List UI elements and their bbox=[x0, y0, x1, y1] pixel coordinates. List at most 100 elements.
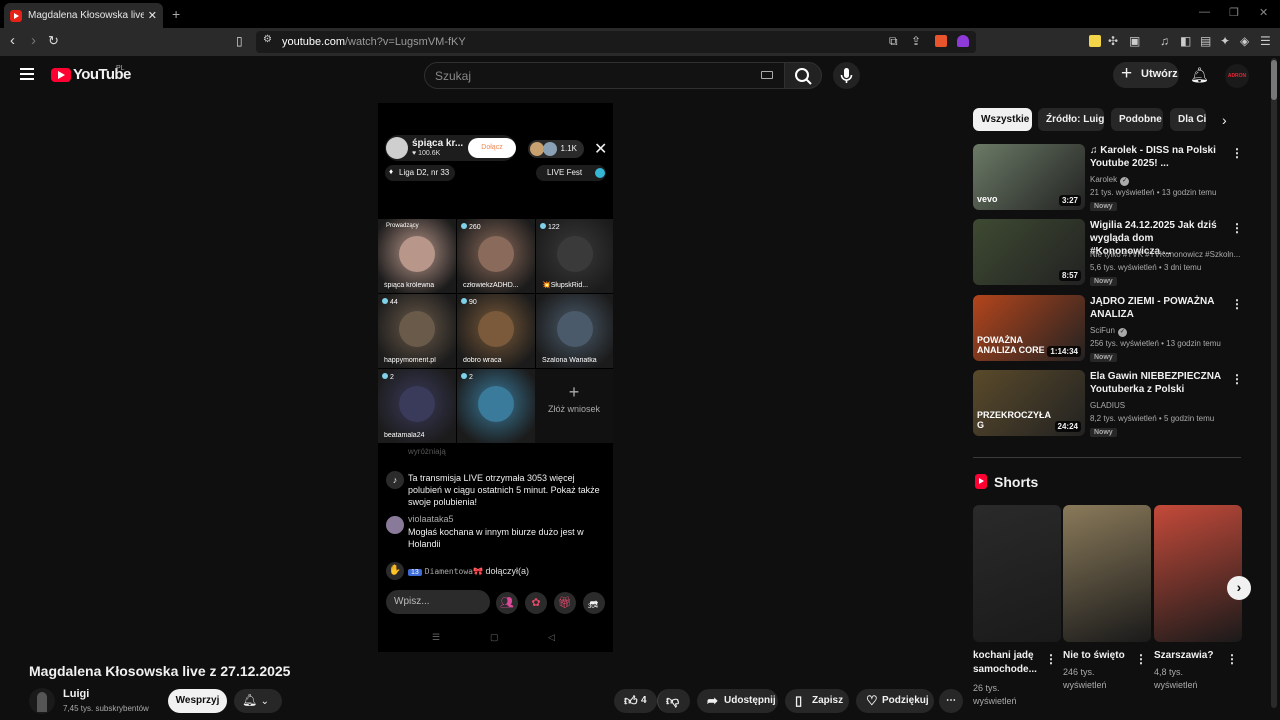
site-info-icon[interactable]: ⚙ bbox=[263, 34, 272, 45]
recommendation-item[interactable]: 8:57 Wigilia 24.12.2025 Jak dziś wygląda … bbox=[973, 219, 1243, 286]
gift-icon[interactable]: 🎁︎ bbox=[554, 592, 576, 614]
account-avatar[interactable]: ADRON bbox=[1225, 64, 1249, 88]
support-button[interactable]: Wesprzyj bbox=[168, 689, 227, 713]
guest-cell[interactable]: 122 💥SłupskRid... bbox=[536, 219, 613, 293]
brave-shields-icon[interactable] bbox=[935, 35, 947, 47]
brave-rewards-icon[interactable] bbox=[957, 35, 969, 47]
guest-cell[interactable]: 90 dobro wraca bbox=[457, 294, 535, 368]
chip-source[interactable]: Źródło: Luigi bbox=[1038, 108, 1104, 131]
hamburger-menu-icon[interactable] bbox=[20, 68, 34, 80]
more-vertical-icon[interactable]: ⋮ bbox=[1045, 652, 1057, 666]
scrollbar[interactable] bbox=[1271, 58, 1277, 708]
maximize-icon[interactable]: ❐ bbox=[1229, 6, 1239, 19]
rose-gift-icon[interactable]: ✿ bbox=[525, 592, 547, 614]
dislike-button[interactable]: 👎︎ bbox=[657, 689, 690, 713]
join-button[interactable]: Dołącz bbox=[468, 138, 516, 158]
video-thumbnail[interactable]: 8:57 bbox=[973, 219, 1085, 285]
browser-tab[interactable]: Magdalena Kłosowska live z 27.1 ✕ bbox=[4, 3, 163, 28]
extension-icon[interactable] bbox=[1089, 35, 1101, 47]
chevron-right-icon[interactable]: › bbox=[1222, 112, 1227, 128]
more-vertical-icon[interactable]: ⋮ bbox=[1135, 652, 1147, 666]
forward-icon[interactable]: › bbox=[31, 33, 36, 49]
main-menu-icon[interactable]: ☰ bbox=[1260, 34, 1271, 48]
guest-cell[interactable]: 260 człowiekzADHD... bbox=[457, 219, 535, 293]
chip-all[interactable]: Wszystkie bbox=[973, 108, 1032, 131]
comment-input[interactable]: Wpisz... bbox=[386, 590, 490, 614]
scrollbar-thumb[interactable] bbox=[1271, 60, 1277, 100]
more-vertical-icon[interactable]: ⋮ bbox=[1231, 372, 1243, 386]
puzzle-icon[interactable]: ✣ bbox=[1108, 34, 1118, 48]
video-thumbnail[interactable]: POWAŻNA ANALIZA CORE 1:14:34 bbox=[973, 295, 1085, 361]
channel-name[interactable]: SciFun ✓ bbox=[1090, 326, 1240, 337]
search-input[interactable]: Szukaj bbox=[424, 62, 785, 89]
video-title[interactable]: Ela Gawin NIEBEZPIECZNA Youtuberka z Pol… bbox=[1090, 370, 1226, 396]
channel-name[interactable]: GLADIUS bbox=[1090, 401, 1240, 410]
leo-ai-icon[interactable]: ✦ bbox=[1220, 34, 1230, 48]
youtube-logo-icon[interactable] bbox=[51, 68, 71, 82]
share-button[interactable]: ➦ Udostępnij bbox=[697, 689, 778, 713]
recommendation-item[interactable]: POWAŻNA ANALIZA CORE 1:14:34 JĄDRO ZIEMI -… bbox=[973, 295, 1243, 362]
screenshot-icon[interactable]: ▣ bbox=[1129, 34, 1140, 48]
voice-search-button[interactable] bbox=[833, 62, 860, 89]
bookmark-icon[interactable]: ▯ bbox=[236, 33, 243, 49]
video-title[interactable]: JĄDRO ZIEMI - POWAŻNA ANALIZA bbox=[1090, 295, 1226, 321]
channel-name[interactable]: Karolek ✓ bbox=[1090, 175, 1240, 186]
short-title[interactable]: Szarszawia? bbox=[1154, 649, 1226, 663]
apply-slot[interactable]: + Złóż wniosek bbox=[535, 369, 613, 443]
vpn-icon[interactable]: ◈ bbox=[1240, 34, 1249, 48]
channel-name[interactable]: Luigi bbox=[63, 688, 89, 700]
guest-cell[interactable]: Szalona Wariatka bbox=[536, 294, 613, 368]
host-avatar[interactable] bbox=[386, 137, 408, 159]
chat-user-avatar[interactable] bbox=[386, 516, 404, 534]
short-thumbnail[interactable] bbox=[1063, 505, 1151, 642]
guest-cell[interactable]: Prowadzący śpiąca królewna bbox=[378, 219, 456, 293]
more-vertical-icon[interactable]: ⋮ bbox=[1231, 297, 1243, 311]
more-actions-button[interactable]: ⋯ bbox=[939, 689, 963, 713]
tab-close-icon[interactable]: ✕ bbox=[148, 9, 157, 22]
notifications-bell-icon[interactable]: 🔔︎ bbox=[1190, 66, 1209, 84]
share-page-icon[interactable]: ⇪ bbox=[911, 34, 921, 48]
subscription-bell-button[interactable]: 🔔︎ ⌄ bbox=[234, 689, 282, 713]
close-icon[interactable]: ✕ bbox=[594, 139, 607, 159]
minimize-icon[interactable]: — bbox=[1199, 6, 1210, 18]
more-vertical-icon[interactable]: ⋮ bbox=[1231, 146, 1243, 160]
short-title[interactable]: Nie to święto bbox=[1063, 649, 1135, 663]
guest-cell[interactable]: 2 beatamala24 bbox=[378, 369, 456, 443]
more-vertical-icon[interactable]: ⋮ bbox=[1226, 652, 1238, 666]
open-app-icon[interactable]: ⧉ bbox=[889, 34, 898, 49]
search-button[interactable] bbox=[784, 62, 822, 89]
window-close-icon[interactable]: ✕ bbox=[1259, 6, 1268, 19]
like-button[interactable]: 👍︎ 4 bbox=[614, 689, 657, 713]
thanks-button[interactable]: ♡ Podziękuj bbox=[856, 689, 934, 713]
music-icon[interactable]: ♫ bbox=[1160, 34, 1169, 48]
video-thumbnail[interactable]: vevo 3:27 bbox=[973, 144, 1085, 210]
guests-icon[interactable]: 👥︎ bbox=[496, 592, 518, 614]
recommendation-item[interactable]: vevo 3:27 ♫ Karolek - DISS na Polski Youtu… bbox=[973, 144, 1243, 211]
address-bar[interactable]: youtube.com/watch?v=LugsmVM-fKY bbox=[256, 31, 976, 53]
shorts-next-button[interactable]: › bbox=[1227, 576, 1251, 600]
video-thumbnail[interactable]: PRZEKROCZYŁA G 24:24 bbox=[973, 370, 1085, 436]
keyboard-icon[interactable] bbox=[761, 71, 773, 79]
recommendation-item[interactable]: PRZEKROCZYŁA G 24:24 Ela Gawin NIEBEZPIECZ… bbox=[973, 370, 1243, 437]
channel-avatar[interactable] bbox=[29, 688, 55, 714]
guest-cell[interactable]: 44 happymoment.pl bbox=[378, 294, 456, 368]
video-title[interactable]: ♫ Karolek - DISS na Polski Youtube 2025!… bbox=[1090, 144, 1226, 170]
short-thumbnail[interactable] bbox=[1154, 505, 1242, 642]
chip-for-you[interactable]: Dla Ci... bbox=[1170, 108, 1206, 131]
short-title[interactable]: kochani jadę samochode... bbox=[973, 649, 1045, 677]
reload-icon[interactable]: ↻ bbox=[48, 33, 59, 49]
channel-name[interactable]: Nie tylko #TVK #TVKononowicz #Szkoln... bbox=[1090, 250, 1240, 259]
chip-related[interactable]: Podobne bbox=[1111, 108, 1163, 131]
wallet-icon[interactable]: ▤ bbox=[1200, 34, 1211, 48]
chat-username[interactable]: violaataka5 bbox=[408, 514, 454, 524]
league-badge[interactable]: Liga D2, nr 33 bbox=[385, 165, 455, 181]
new-tab-button[interactable]: + bbox=[172, 6, 180, 22]
guest-cell[interactable]: 2 bbox=[457, 369, 535, 443]
sidebar-icon[interactable]: ◧ bbox=[1180, 34, 1191, 48]
share-icon[interactable]: ➦ bbox=[583, 592, 605, 614]
back-icon[interactable]: ‹ bbox=[10, 33, 15, 49]
video-player[interactable]: śpiąca kr... ♥ 100.6K Dołącz 1.1K ✕ Liga… bbox=[378, 103, 613, 652]
create-button[interactable]: Utwórz bbox=[1113, 62, 1179, 88]
more-vertical-icon[interactable]: ⋮ bbox=[1231, 221, 1243, 235]
save-button[interactable]: ▯ Zapisz bbox=[785, 689, 849, 713]
